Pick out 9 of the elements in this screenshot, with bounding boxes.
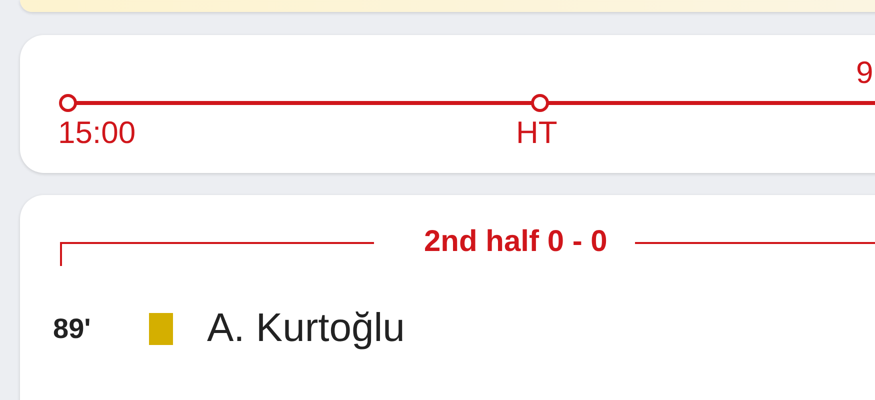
timeline-label: HT	[516, 117, 558, 148]
timeline-marker-icon	[531, 94, 549, 112]
timeline-label: 9	[856, 57, 874, 88]
timeline-marker-icon	[59, 94, 77, 112]
timeline-label: 15:00	[58, 117, 136, 148]
player-name: A. Kurtoğlu	[207, 306, 405, 351]
booking-card-icon	[149, 312, 173, 344]
event-minute: 89'	[53, 312, 92, 344]
period-title: 2nd half 0 - 0	[424, 225, 608, 259]
